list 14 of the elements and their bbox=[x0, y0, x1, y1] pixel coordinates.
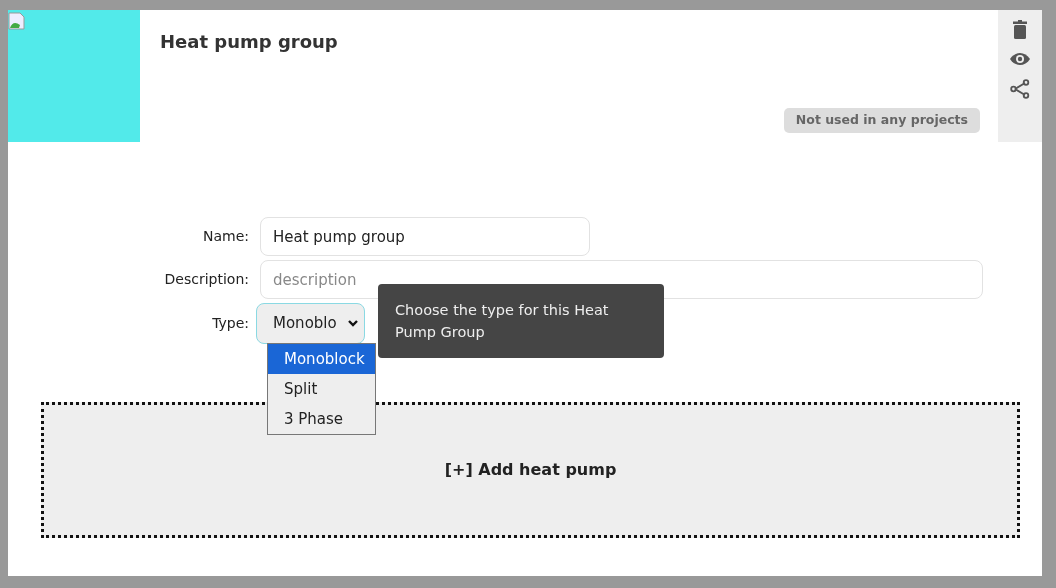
tooltip: Choose the type for this Heat Pump Group bbox=[378, 284, 664, 358]
dropdown-option[interactable]: 3 Phase bbox=[268, 404, 375, 434]
name-field[interactable]: Heat pump group bbox=[260, 217, 590, 256]
broken-image-icon bbox=[8, 12, 26, 30]
caret-icon bbox=[347, 319, 359, 328]
dropdown-option[interactable]: Split bbox=[268, 374, 375, 404]
item-title: Heat pump group bbox=[160, 30, 339, 54]
dropdown-option[interactable]: Monoblock bbox=[268, 344, 375, 374]
type-select[interactable]: Monoblo bbox=[256, 303, 365, 344]
field-label: Name: bbox=[201, 227, 250, 246]
share-icon[interactable] bbox=[1009, 78, 1031, 100]
usage-badge: Not used in any projects bbox=[783, 108, 980, 133]
field-label: Type: bbox=[211, 314, 250, 333]
field-label: Description: bbox=[163, 270, 250, 289]
